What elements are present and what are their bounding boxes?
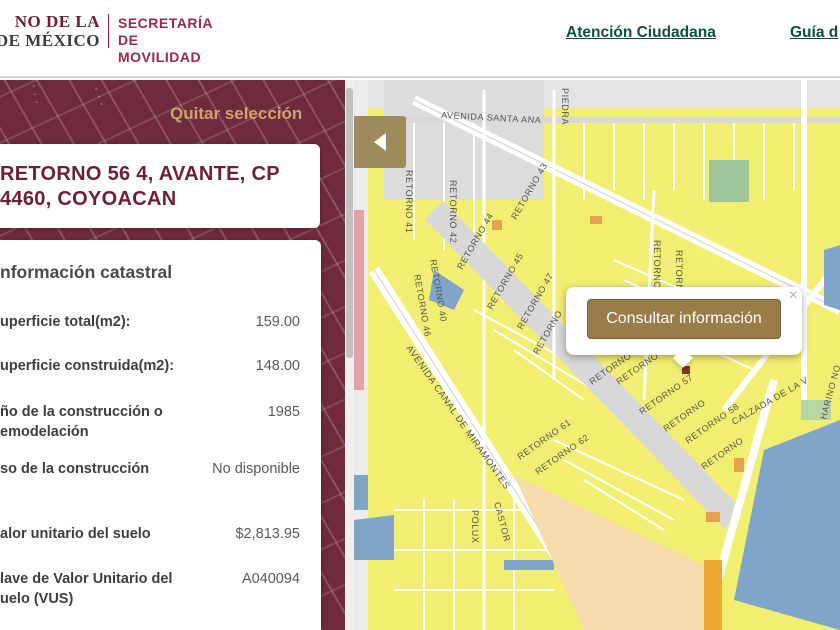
address-line-1: RETORNO 56 4, AVANTE, CP [0,163,280,185]
cadastral-info-card: nformación catastral uperficie total(m2)… [0,240,321,630]
consultar-informacion-button[interactable]: Consultar información [587,299,781,339]
close-icon[interactable]: × [789,287,798,305]
nav-guia[interactable]: Guía d [790,24,838,42]
panel-background-street: · · · [27,84,42,107]
info-popup: × Consultar información [566,287,802,368]
info-label: alor unitario del suelo [0,526,151,542]
panel-scrollbar[interactable] [345,80,354,630]
panel-background-street: · · · [89,86,108,110]
info-value: 148.00 [255,358,300,374]
logo-line-1: NO DE LA [14,12,100,31]
info-value: 1985 [267,404,300,420]
dependency-line-1: SECRETARÍA [118,15,213,31]
logo-divider [108,14,109,48]
map-canvas[interactable]: AVENIDA SANTA ANA PIEDRA RETORNO 41 RETO… [354,80,840,630]
street-label: RETORNO 42 [448,180,458,243]
property-panel: · · · · · · Quitar selección RETORNO 56 … [0,80,345,630]
site-header: NO DE LA DE MÉXICO SECRETARÍA DE MOVILID… [0,0,840,78]
street-label: HARINO NO [818,363,840,420]
info-label: uperficie construida(m2): [0,358,175,374]
street-label: AVENIDA CANAL DE MIRAMONTES [404,343,513,491]
street-label: RETORNO 41 [404,170,414,233]
street-label: PIEDRA [560,88,570,125]
street-label: POLUX [470,510,480,544]
info-label: lave de Valor Unitario del uelo (VUS) [0,571,173,607]
collapse-panel-button[interactable] [354,116,406,168]
scrollbar-thumb[interactable] [346,88,353,358]
cadastral-info-title: nformación catastral [0,262,173,282]
dependency-line-2: DE MOVILIDAD [118,32,202,65]
clear-selection-link[interactable]: Quitar selección [170,104,302,124]
nav-atencion-ciudadana[interactable]: Atención Ciudadana [566,24,716,42]
logo-dependency-text: SECRETARÍA DE MOVILIDAD [118,15,213,66]
logo-line-2: DE MÉXICO [0,31,100,50]
info-label: uperficie total(m2): [0,314,131,330]
info-value: A040094 [241,571,300,587]
address-line-2: 4460, COYOACAN [0,188,177,210]
address-card: RETORNO 56 4, AVANTE, CP 4460, COYOACAN [0,144,320,228]
info-label: so de la construcción [0,461,150,477]
map-view[interactable]: AVENIDA SANTA ANA PIEDRA RETORNO 41 RETO… [354,80,840,630]
logo-government-text: NO DE LA DE MÉXICO [0,12,100,50]
info-label: ño de la construcción o emodelación [0,404,163,440]
info-value: 159.00 [255,314,300,330]
info-value: $2,813.95 [235,526,300,542]
info-value: No disponible [212,461,300,477]
street-label: CASTOR [492,501,512,543]
chevron-left-icon [374,133,386,151]
